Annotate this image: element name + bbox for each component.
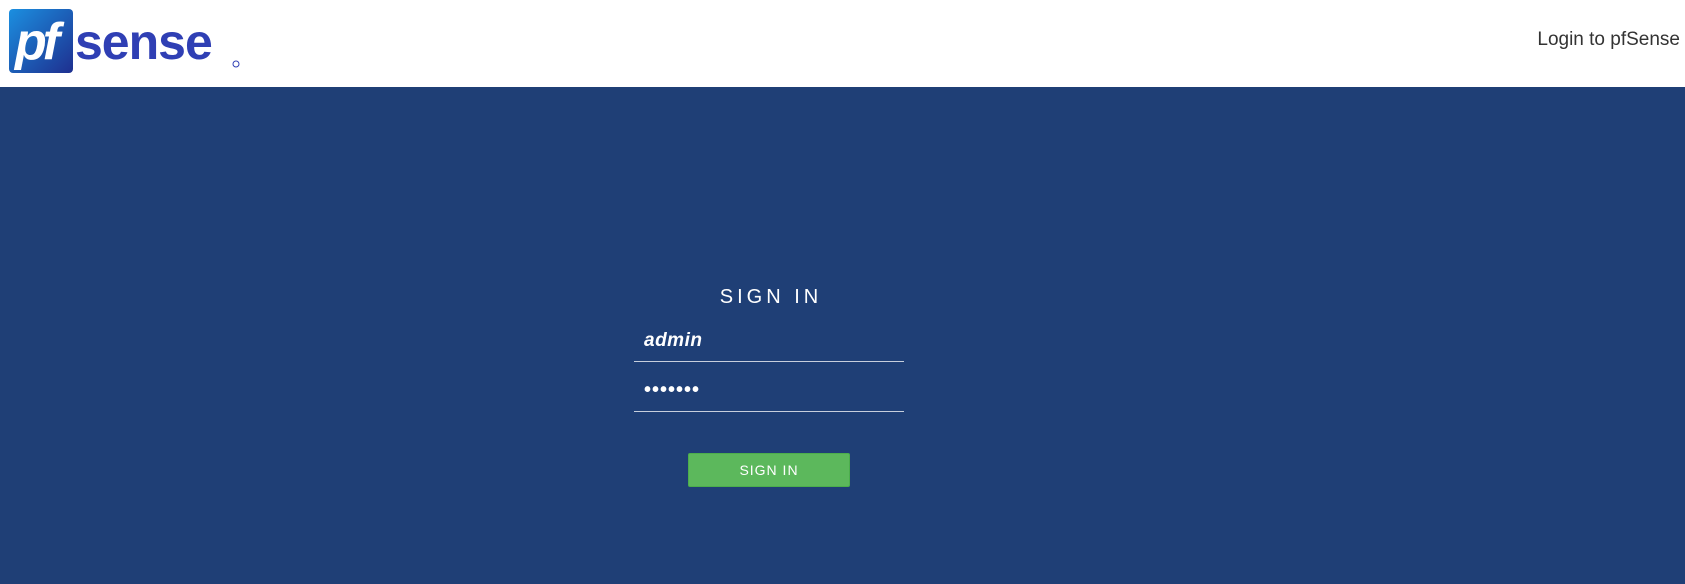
pfsense-logo-icon[interactable]: pf sense <box>9 9 241 73</box>
header-bar: pf sense Login to pfSense <box>0 0 1685 87</box>
sign-in-button[interactable]: SIGN IN <box>688 453 850 487</box>
login-form: SIGN IN SIGN IN <box>634 282 904 487</box>
sign-in-heading: SIGN IN <box>719 286 823 308</box>
password-input[interactable] <box>634 370 904 412</box>
login-background: SIGN IN SIGN IN <box>0 87 1685 584</box>
username-input[interactable] <box>634 320 904 362</box>
header-title: Login to pfSense <box>1537 29 1680 50</box>
svg-text:sense: sense <box>75 14 212 70</box>
